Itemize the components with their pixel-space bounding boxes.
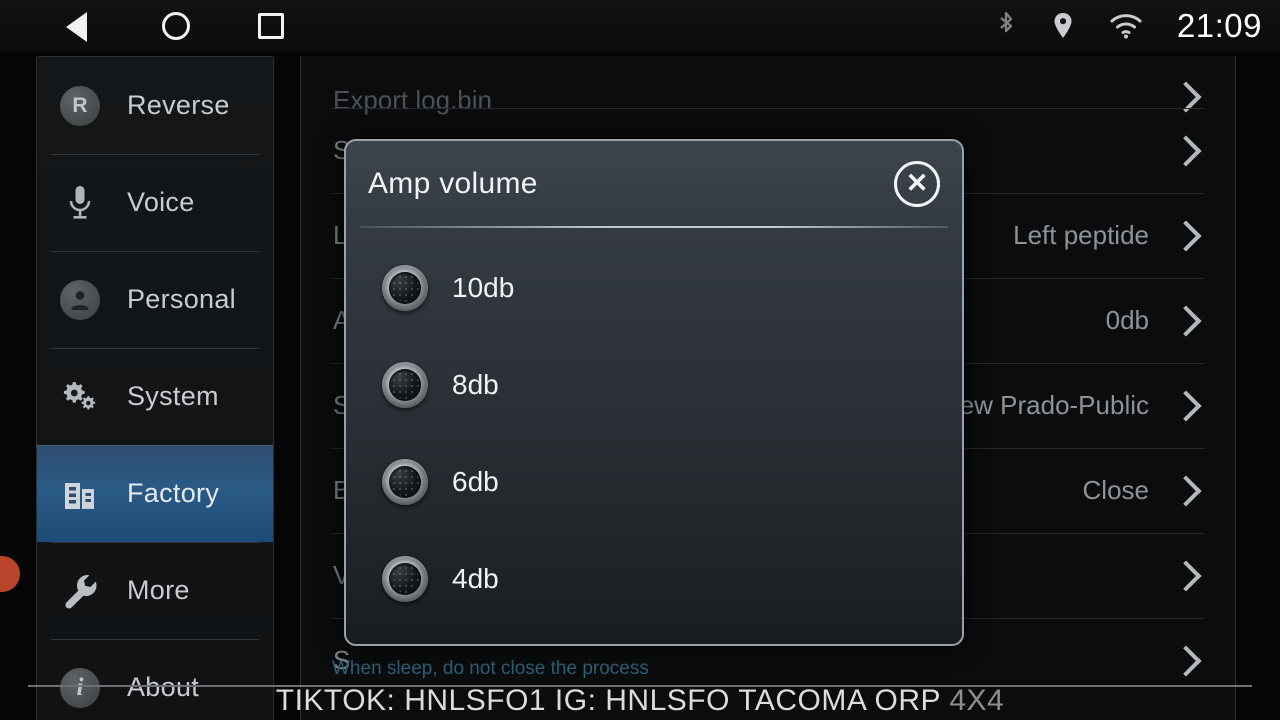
bluetooth-icon bbox=[995, 11, 1017, 41]
status-clock: 21:09 bbox=[1176, 7, 1262, 44]
option-4db[interactable]: 4db bbox=[346, 530, 962, 627]
sidebar-nav: R Reverse Voice Personal System Factory … bbox=[36, 56, 274, 720]
chevron-right-icon bbox=[1170, 559, 1202, 592]
chevron-right-icon bbox=[1170, 219, 1202, 252]
wrench-icon bbox=[59, 570, 101, 612]
radio-button-icon[interactable] bbox=[382, 555, 428, 602]
dialog-separator bbox=[360, 226, 948, 228]
sidebar-item-voice[interactable]: Voice bbox=[37, 154, 273, 251]
recent-apps-button[interactable] bbox=[258, 12, 292, 42]
notification-badge-dot bbox=[0, 556, 20, 592]
sidebar-item-personal[interactable]: Personal bbox=[37, 251, 273, 348]
back-triangle-icon bbox=[66, 12, 87, 42]
car-head-unit-screen: 21:09 R Reverse Voice Personal System Fa… bbox=[0, 0, 1280, 720]
info-icon: i bbox=[59, 667, 101, 709]
row-value: 0db bbox=[1105, 305, 1149, 335]
sidebar-item-more[interactable]: More bbox=[37, 542, 273, 639]
sidebar-item-label: More bbox=[127, 575, 190, 605]
sidebar-item-about[interactable]: i About bbox=[37, 639, 273, 720]
close-icon[interactable]: ✕ bbox=[894, 161, 940, 207]
row-value: ew Prado-Public bbox=[959, 390, 1149, 420]
chevron-right-icon bbox=[1170, 644, 1202, 677]
home-circle-icon bbox=[162, 12, 190, 40]
option-label: 10db bbox=[452, 271, 515, 303]
row-value: Close bbox=[1082, 475, 1149, 505]
chevron-right-icon bbox=[1170, 304, 1202, 337]
sidebar-item-label: Voice bbox=[127, 187, 195, 217]
factory-building-icon bbox=[59, 473, 101, 515]
option-label: 4db bbox=[452, 562, 499, 594]
home-button[interactable] bbox=[162, 12, 196, 42]
chevron-right-icon bbox=[1170, 134, 1202, 167]
chevron-right-icon bbox=[1170, 474, 1202, 507]
close-glyph: ✕ bbox=[905, 167, 929, 198]
option-label: 6db bbox=[452, 465, 499, 497]
back-button[interactable] bbox=[66, 12, 100, 42]
list-item[interactable]: Export log.bin bbox=[301, 56, 1235, 115]
option-10db[interactable]: 10db bbox=[346, 239, 962, 336]
person-icon bbox=[59, 279, 101, 321]
sidebar-item-label: System bbox=[127, 381, 219, 411]
sleep-process-hint: When sleep, do not close the process bbox=[332, 658, 649, 679]
amp-volume-dialog: Amp volume ✕ 10db 8db 6db 4db bbox=[344, 139, 964, 646]
wifi-icon bbox=[1109, 12, 1143, 40]
location-icon bbox=[1051, 11, 1075, 41]
option-8db[interactable]: 8db bbox=[346, 336, 962, 433]
microphone-icon bbox=[59, 182, 101, 224]
radio-button-icon[interactable] bbox=[382, 264, 428, 311]
row-value: Left peptide bbox=[1013, 220, 1149, 250]
watermark-rule bbox=[28, 685, 1252, 687]
status-bar: 21:09 bbox=[0, 0, 1280, 52]
sidebar-item-label: Personal bbox=[127, 284, 236, 314]
reverse-r-icon: R bbox=[59, 85, 101, 127]
dialog-title: Amp volume bbox=[368, 167, 538, 200]
amp-volume-option-list: 10db 8db 6db 4db bbox=[346, 239, 962, 644]
sidebar-item-label: About bbox=[127, 672, 200, 702]
option-label: 8db bbox=[452, 368, 499, 400]
chevron-right-icon bbox=[1170, 389, 1202, 422]
sidebar-item-factory[interactable]: Factory bbox=[37, 445, 273, 542]
sidebar-item-system[interactable]: System bbox=[37, 348, 273, 445]
option-6db[interactable]: 6db bbox=[346, 433, 962, 530]
gears-icon bbox=[59, 376, 101, 418]
dialog-header: Amp volume ✕ bbox=[346, 141, 962, 226]
radio-button-icon[interactable] bbox=[382, 458, 428, 505]
sidebar-item-label: Factory bbox=[127, 478, 220, 508]
sidebar-item-reverse[interactable]: R Reverse bbox=[37, 57, 273, 154]
status-icons: 21:09 bbox=[995, 0, 1280, 52]
sidebar-item-label: Reverse bbox=[127, 90, 230, 120]
radio-button-icon[interactable] bbox=[382, 361, 428, 408]
recent-square-icon bbox=[258, 13, 284, 39]
